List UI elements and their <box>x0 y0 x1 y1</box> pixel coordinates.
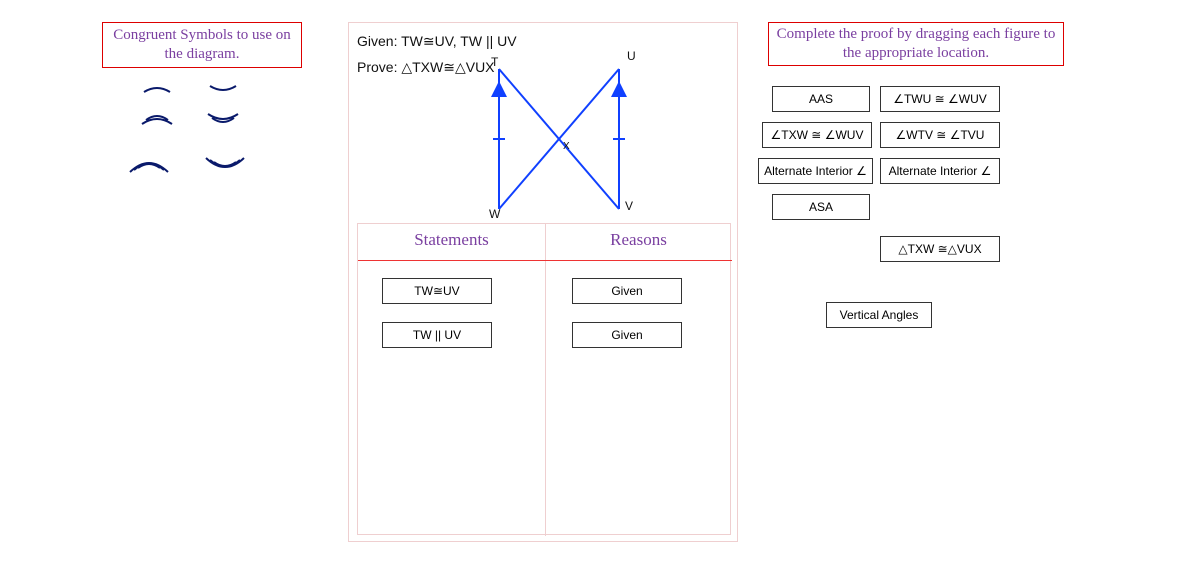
instructions-title: Complete the proof by dragging each figu… <box>768 22 1064 66</box>
table-column-divider <box>545 224 546 536</box>
proof-table[interactable]: Statements Reasons TW≅UV Given TW || UV … <box>357 223 731 535</box>
chip-aas[interactable]: AAS <box>772 86 870 112</box>
proof-panel: Given: TW≅UV, TW || UV Prove: △TXW≅△VUX … <box>348 22 738 542</box>
chip-alt-interior-1[interactable]: Alternate Interior ∠ <box>758 158 873 184</box>
chip-txw-wuv[interactable]: ∠TXW ≅ ∠WUV <box>762 122 872 148</box>
vertex-t-label: T <box>491 55 498 69</box>
tick-double-b[interactable] <box>206 108 240 130</box>
statement-chip-1[interactable]: TW≅UV <box>382 278 492 304</box>
prove-label: Prove: <box>357 59 401 75</box>
given-label: Given: <box>357 33 401 49</box>
vertex-u-label: U <box>627 49 636 63</box>
given-line: Given: TW≅UV, TW || UV <box>357 33 517 50</box>
chip-triangle-congruence[interactable]: △TXW ≅△VUX <box>880 236 1000 262</box>
chip-twu-wuv[interactable]: ∠TWU ≅ ∠WUV <box>880 86 1000 112</box>
vertex-v-label: V <box>625 199 633 213</box>
chip-alt-interior-2[interactable]: Alternate Interior ∠ <box>880 158 1000 184</box>
statement-chip-2[interactable]: TW || UV <box>382 322 492 348</box>
given-value: TW≅UV, TW || UV <box>401 33 516 49</box>
reason-chip-1[interactable]: Given <box>572 278 682 304</box>
tick-triple-a[interactable] <box>124 148 174 182</box>
chip-wtv-tvu[interactable]: ∠WTV ≅ ∠TVU <box>880 122 1000 148</box>
vertex-w-label: W <box>489 207 500 221</box>
tick-double-a[interactable] <box>140 108 174 130</box>
tick-single-b[interactable] <box>206 78 240 100</box>
tick-triple-b[interactable] <box>200 148 250 182</box>
statements-header: Statements <box>358 230 545 250</box>
vertex-x-label: X <box>563 141 570 152</box>
congruent-symbols-title: Congruent Symbols to use on the diagram. <box>102 22 302 68</box>
reason-chip-2[interactable]: Given <box>572 322 682 348</box>
reasons-header: Reasons <box>545 230 732 250</box>
geometry-diagram <box>469 49 649 219</box>
chip-asa[interactable]: ASA <box>772 194 870 220</box>
tick-single-a[interactable] <box>140 78 174 100</box>
chip-vertical-angles[interactable]: Vertical Angles <box>826 302 932 328</box>
table-header-divider <box>358 260 732 261</box>
